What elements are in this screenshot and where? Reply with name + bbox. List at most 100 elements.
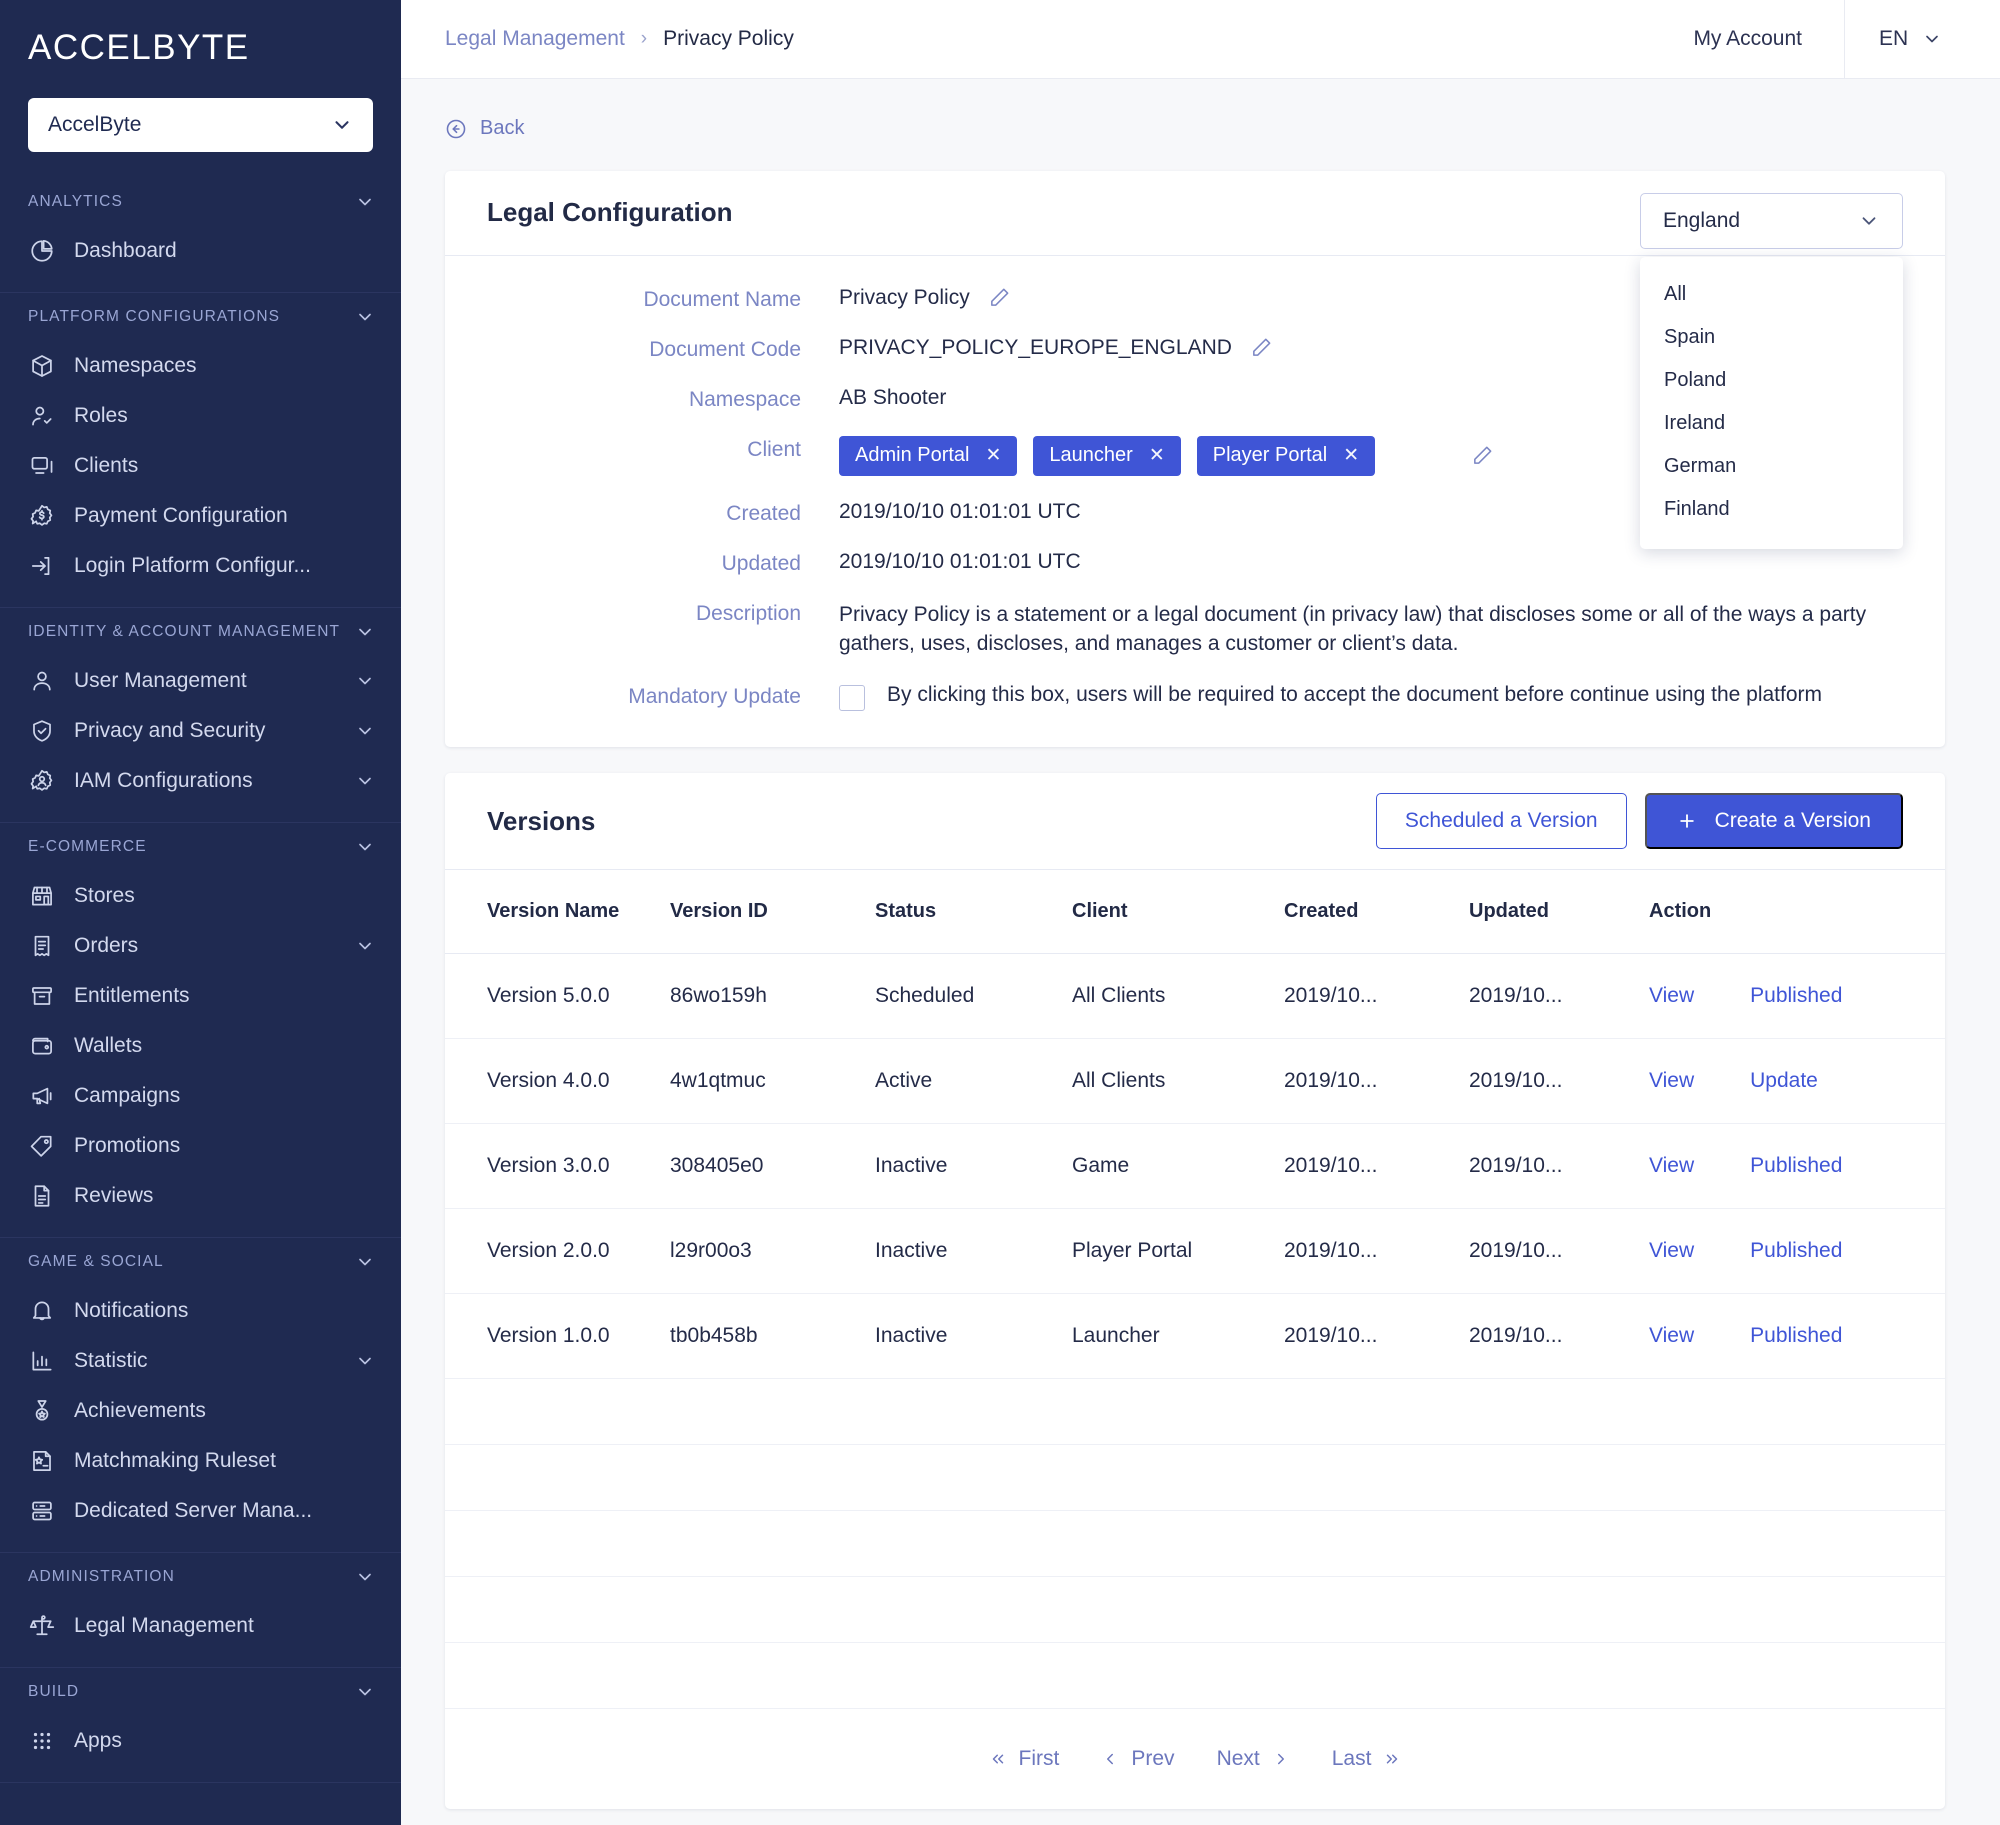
sidebar-item-legal-management[interactable]: Legal Management: [0, 1601, 401, 1651]
pagination-first[interactable]: First: [989, 1747, 1060, 1771]
sidebar-item-label: Notifications: [74, 1299, 375, 1323]
pagination-last[interactable]: Last: [1332, 1747, 1402, 1771]
sidebar-section-header[interactable]: ADMINISTRATION: [0, 1553, 401, 1601]
versions-title: Versions: [487, 806, 595, 837]
sidebar-item-namespaces[interactable]: Namespaces: [0, 341, 401, 391]
sidebar-item-privacy-and-security[interactable]: Privacy and Security: [0, 706, 401, 756]
sidebar-item-entitlements[interactable]: Entitlements: [0, 971, 401, 1021]
cell-client: Launcher: [1072, 1294, 1284, 1379]
sidebar-item-label: Clients: [74, 454, 375, 478]
sidebar-item-orders[interactable]: Orders: [0, 921, 401, 971]
view-link[interactable]: View: [1649, 1324, 1694, 1348]
close-icon[interactable]: ✕: [1149, 444, 1165, 467]
sidebar-item-apps[interactable]: Apps: [0, 1716, 401, 1766]
client-tag[interactable]: Admin Portal✕: [839, 436, 1017, 476]
country-dropdown-trigger[interactable]: England: [1640, 193, 1903, 249]
country-option-all[interactable]: All: [1640, 273, 1903, 316]
cell-version-name: Version 2.0.0: [445, 1209, 670, 1294]
cell-action: View Published: [1649, 1209, 1945, 1294]
pagination-next[interactable]: Next: [1217, 1747, 1290, 1771]
sidebar-item-clients[interactable]: Clients: [0, 441, 401, 491]
view-link[interactable]: View: [1649, 984, 1694, 1008]
sidebar-item-campaigns[interactable]: Campaigns: [0, 1071, 401, 1121]
close-icon[interactable]: ✕: [986, 444, 1002, 467]
sidebar-section-title: GAME & SOCIAL: [28, 1253, 164, 1271]
brand-logo[interactable]: ACCELBYTE: [0, 0, 401, 86]
table-row-empty: [445, 1379, 1945, 1445]
country-option-ireland[interactable]: Ireland: [1640, 402, 1903, 445]
country-option-poland[interactable]: Poland: [1640, 359, 1903, 402]
back-button[interactable]: Back: [445, 117, 524, 140]
mandatory-update-text: By clicking this box, users will be requ…: [887, 683, 1822, 707]
monitor-icon: [28, 452, 56, 480]
sidebar-item-reviews[interactable]: Reviews: [0, 1171, 401, 1221]
sidebar-item-payment-configuration[interactable]: Payment Configuration: [0, 491, 401, 541]
page-title: Legal Configuration: [487, 197, 733, 228]
sidebar-section-header[interactable]: GAME & SOCIAL: [0, 1238, 401, 1286]
cell-created: 2019/10...: [1284, 1124, 1469, 1209]
view-link[interactable]: View: [1649, 1154, 1694, 1178]
language-selector[interactable]: EN: [1844, 0, 2000, 79]
my-account-button[interactable]: My Account: [1651, 0, 1844, 79]
back-row: Back: [401, 79, 2000, 145]
create-a-version-button[interactable]: Create a Version: [1645, 793, 1903, 849]
sidebar-item-matchmaking-ruleset[interactable]: Matchmaking Ruleset: [0, 1436, 401, 1486]
mandatory-update-checkbox[interactable]: [839, 685, 865, 711]
sidebar-item-notifications[interactable]: Notifications: [0, 1286, 401, 1336]
sidebar-item-label: Campaigns: [74, 1084, 375, 1108]
edit-pencil-icon[interactable]: [1471, 444, 1494, 467]
sidebar-item-promotions[interactable]: Promotions: [0, 1121, 401, 1171]
action-link[interactable]: Published: [1750, 1239, 1842, 1263]
client-tag[interactable]: Launcher✕: [1033, 436, 1180, 476]
action-link[interactable]: Published: [1750, 1324, 1842, 1348]
sidebar-item-login-platform-configur[interactable]: Login Platform Configur...: [0, 541, 401, 591]
sidebar-item-label: User Management: [74, 669, 337, 693]
sidebar-item-roles[interactable]: Roles: [0, 391, 401, 441]
sidebar-item-wallets[interactable]: Wallets: [0, 1021, 401, 1071]
sidebar-section-header[interactable]: BUILD: [0, 1668, 401, 1716]
sidebar-item-achievements[interactable]: Achievements: [0, 1386, 401, 1436]
sidebar-section-title: E-COMMERCE: [28, 838, 147, 856]
edit-pencil-icon[interactable]: [988, 286, 1011, 309]
sidebar-item-dashboard[interactable]: Dashboard: [0, 226, 401, 276]
sidebar-item-label: Reviews: [74, 1184, 375, 1208]
sidebar-item-statistic[interactable]: Statistic: [0, 1336, 401, 1386]
client-tag[interactable]: Player Portal✕: [1197, 436, 1375, 476]
edit-pencil-icon[interactable]: [1250, 336, 1273, 359]
sidebar-item-stores[interactable]: Stores: [0, 871, 401, 921]
view-link[interactable]: View: [1649, 1069, 1694, 1093]
cell-version-id: 4w1qtmuc: [670, 1039, 875, 1124]
country-option-spain[interactable]: Spain: [1640, 316, 1903, 359]
empty-cell: [445, 1379, 1945, 1445]
breadcrumb-parent[interactable]: Legal Management: [445, 27, 625, 51]
country-option-finland[interactable]: Finland: [1640, 488, 1903, 531]
chevron-left-icon: [1101, 1750, 1119, 1768]
pagination-prev[interactable]: Prev: [1101, 1747, 1174, 1771]
sidebar-section-header[interactable]: IDENTITY & ACCOUNT MANAGEMENT: [0, 608, 401, 656]
pagination-next-label: Next: [1217, 1747, 1260, 1771]
country-option-german[interactable]: German: [1640, 445, 1903, 488]
country-dropdown-menu[interactable]: AllSpainPolandIrelandGermanFinland: [1640, 257, 1903, 549]
scheduled-a-version-button[interactable]: Scheduled a Version: [1376, 793, 1627, 849]
breadcrumb-separator-icon: ›: [641, 28, 647, 50]
back-arrow-icon: [445, 118, 467, 140]
action-link[interactable]: Published: [1750, 984, 1842, 1008]
sidebar-section-header[interactable]: ANALYTICS: [0, 178, 401, 226]
sidebar-item-label: Namespaces: [74, 354, 375, 378]
cell-updated: 2019/10...: [1469, 954, 1649, 1039]
action-link[interactable]: Published: [1750, 1154, 1842, 1178]
view-link[interactable]: View: [1649, 1239, 1694, 1263]
sidebar-section-header[interactable]: PLATFORM CONFIGURATIONS: [0, 293, 401, 341]
sidebar-item-user-management[interactable]: User Management: [0, 656, 401, 706]
sidebar-section-header[interactable]: E-COMMERCE: [0, 823, 401, 871]
tag-icon: [28, 1132, 56, 1160]
chevron-down-icon: [355, 771, 375, 791]
sidebar-item-dedicated-server-mana[interactable]: Dedicated Server Mana...: [0, 1486, 401, 1536]
sidebar-section-title: BUILD: [28, 1683, 79, 1701]
action-link[interactable]: Update: [1750, 1069, 1818, 1093]
medal-icon: [28, 1397, 56, 1425]
receipt-icon: [28, 932, 56, 960]
sidebar-item-iam-configurations[interactable]: IAM Configurations: [0, 756, 401, 806]
close-icon[interactable]: ✕: [1343, 444, 1359, 467]
namespace-selector[interactable]: AccelByte: [28, 98, 373, 152]
